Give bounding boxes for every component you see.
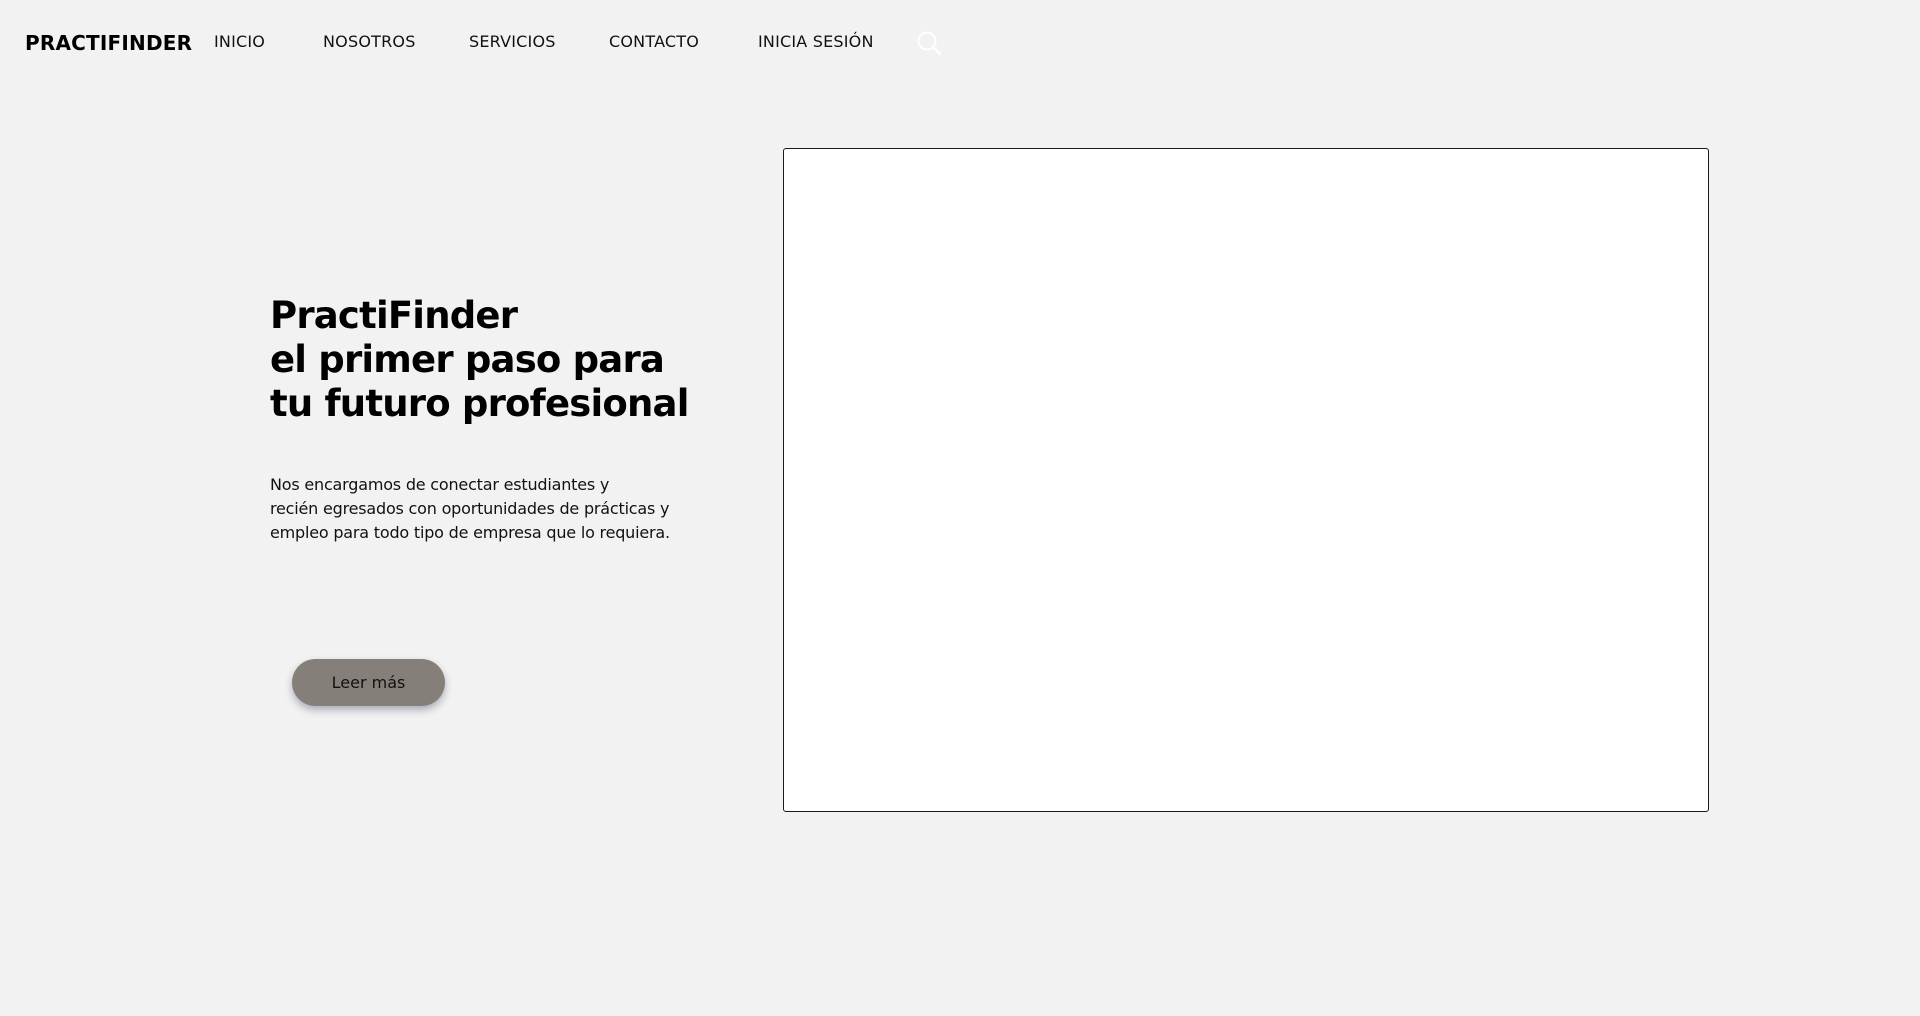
hero-title-line: PractiFinder xyxy=(270,294,518,337)
nav-link-inicio[interactable]: INICIO xyxy=(214,32,265,51)
landing-page: PRACTIFINDER INICIO NOSOTROS SERVICIOS C… xyxy=(0,0,1920,1016)
hero-description: Nos encargamos de conectar estudiantes y… xyxy=(270,473,710,545)
hero-title-line: el primer paso para xyxy=(270,338,665,381)
hero-description-line: recién egresados con oportunidades de pr… xyxy=(270,499,670,518)
read-more-button[interactable]: Leer más xyxy=(292,659,445,706)
hero-description-line: empleo para todo tipo de empresa que lo … xyxy=(270,523,670,542)
nav-link-nosotros[interactable]: NOSOTROS xyxy=(323,32,416,51)
nav-link-servicios[interactable]: SERVICIOS xyxy=(469,32,556,51)
hero-description-line: Nos encargamos de conectar estudiantes y xyxy=(270,475,610,494)
nav-link-inicia-sesion[interactable]: INICIA SESIÓN xyxy=(758,32,874,51)
nav-link-contacto[interactable]: CONTACTO xyxy=(609,32,699,51)
brand-logo[interactable]: PRACTIFINDER xyxy=(25,31,192,55)
hero-title-line: tu futuro profesional xyxy=(270,382,689,425)
search-icon[interactable] xyxy=(916,30,942,56)
hero-media-frame xyxy=(783,148,1709,812)
hero-title: PractiFinder el primer paso para tu futu… xyxy=(270,294,689,426)
